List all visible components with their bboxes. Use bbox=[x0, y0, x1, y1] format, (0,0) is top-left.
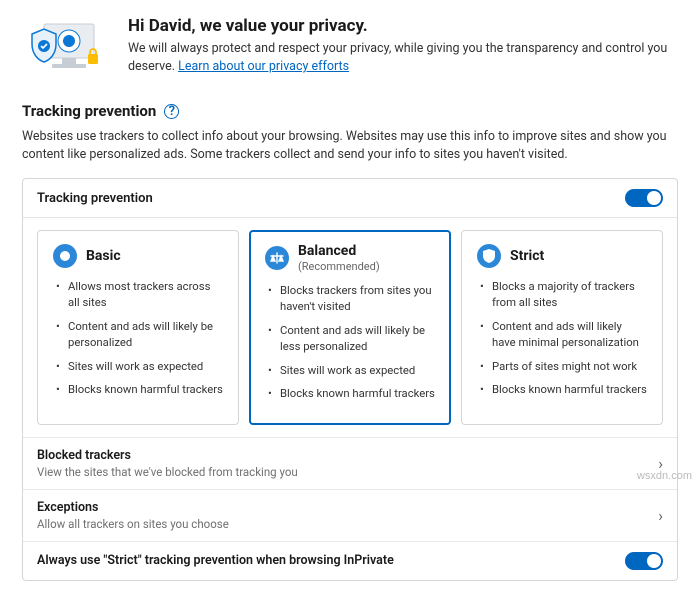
strict-icon bbox=[476, 243, 502, 269]
watermark: wsxdn.com bbox=[637, 470, 692, 482]
level-bullet: Parts of sites might not work bbox=[482, 359, 648, 375]
level-bullet: Blocks known harmful trackers bbox=[270, 386, 436, 402]
level-card-strict[interactable]: Strict Blocks a majority of trackers fro… bbox=[461, 230, 663, 425]
blocked-trackers-row[interactable]: Blocked trackers View the sites that we'… bbox=[23, 437, 677, 489]
row-title: Always use "Strict" tracking prevention … bbox=[37, 553, 625, 568]
hero-desc: We will always protect and respect your … bbox=[128, 40, 678, 76]
panel-header-label: Tracking prevention bbox=[37, 191, 153, 206]
level-bullet: Blocks known harmful trackers bbox=[58, 382, 224, 398]
hero-title: Hi David, we value your privacy. bbox=[128, 16, 678, 36]
row-title: Blocked trackers bbox=[37, 448, 658, 463]
level-title: Strict bbox=[510, 248, 544, 264]
privacy-efforts-link[interactable]: Learn about our privacy efforts bbox=[178, 59, 349, 74]
level-card-balanced[interactable]: Balanced (Recommended) Blocks trackers f… bbox=[249, 230, 451, 425]
inprivate-strict-toggle[interactable] bbox=[625, 552, 663, 570]
chevron-right-icon: › bbox=[658, 506, 663, 525]
info-icon[interactable]: ? bbox=[164, 104, 179, 119]
level-title: Basic bbox=[86, 248, 121, 264]
privacy-hero-illustration bbox=[22, 16, 110, 80]
level-bullet: Blocks known harmful trackers bbox=[482, 382, 648, 398]
level-bullet: Content and ads will likely have minimal… bbox=[482, 319, 648, 351]
level-bullet: Blocks a majority of trackers from all s… bbox=[482, 279, 648, 311]
level-bullet: Content and ads will likely be less pers… bbox=[270, 323, 436, 355]
level-bullet: Allows most trackers across all sites bbox=[58, 279, 224, 311]
level-bullet: Content and ads will likely be personali… bbox=[58, 319, 224, 351]
row-title: Exceptions bbox=[37, 500, 658, 515]
inprivate-strict-row: Always use "Strict" tracking prevention … bbox=[23, 541, 677, 580]
level-bullet: Sites will work as expected bbox=[270, 363, 436, 379]
level-title: Balanced bbox=[298, 243, 380, 259]
level-bullet: Sites will work as expected bbox=[58, 359, 224, 375]
level-subtitle: (Recommended) bbox=[298, 260, 380, 273]
basic-icon bbox=[52, 243, 78, 269]
section-title: Tracking prevention bbox=[22, 102, 156, 120]
row-desc: View the sites that we've blocked from t… bbox=[37, 465, 658, 479]
tracking-prevention-toggle[interactable] bbox=[625, 189, 663, 207]
level-card-basic[interactable]: Basic Allows most trackers across all si… bbox=[37, 230, 239, 425]
tracking-levels: Basic Allows most trackers across all si… bbox=[23, 218, 677, 437]
privacy-hero: Hi David, we value your privacy. We will… bbox=[22, 16, 678, 80]
section-description: Websites use trackers to collect info ab… bbox=[22, 128, 678, 164]
tracking-prevention-panel: Tracking prevention Basic Allows most tr… bbox=[22, 178, 678, 581]
balanced-icon bbox=[264, 245, 290, 271]
exceptions-row[interactable]: Exceptions Allow all trackers on sites y… bbox=[23, 489, 677, 541]
row-desc: Allow all trackers on sites you choose bbox=[37, 517, 658, 531]
level-bullet: Blocks trackers from sites you haven't v… bbox=[270, 283, 436, 315]
